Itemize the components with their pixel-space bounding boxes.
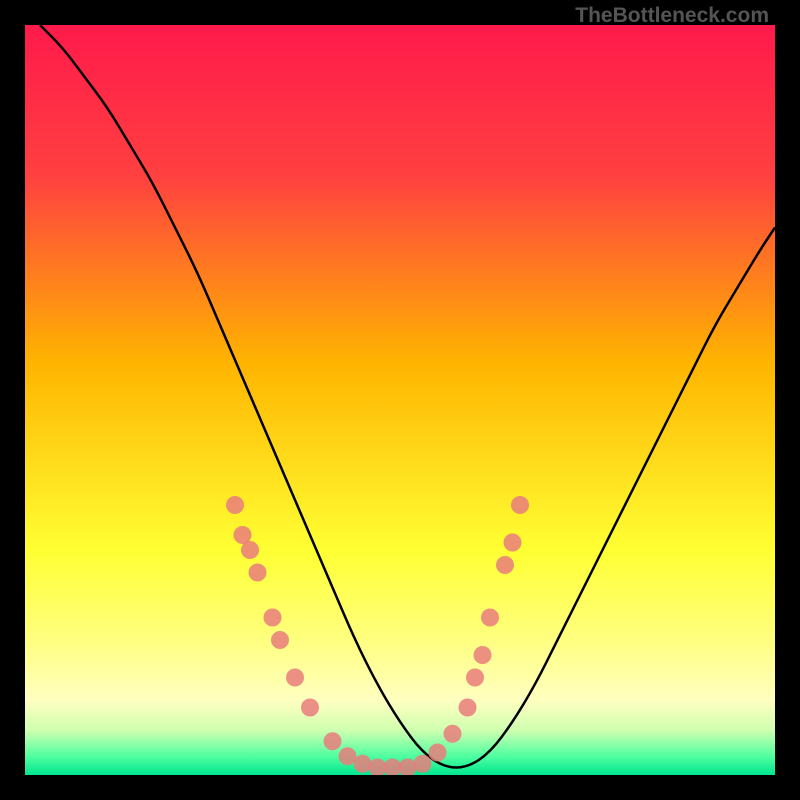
highlight-marker bbox=[286, 669, 304, 687]
highlight-marker bbox=[459, 699, 477, 717]
highlight-marker bbox=[444, 725, 462, 743]
highlight-marker bbox=[354, 755, 372, 773]
highlight-marker bbox=[226, 496, 244, 514]
highlight-markers bbox=[226, 496, 529, 775]
highlight-marker bbox=[301, 699, 319, 717]
highlight-marker bbox=[271, 631, 289, 649]
highlight-marker bbox=[474, 646, 492, 664]
highlight-marker bbox=[481, 609, 499, 627]
highlight-marker bbox=[241, 541, 259, 559]
chart-frame bbox=[25, 25, 775, 775]
bottleneck-curve bbox=[40, 25, 775, 768]
chart-curve-layer bbox=[25, 25, 775, 775]
highlight-marker bbox=[249, 564, 267, 582]
highlight-marker bbox=[429, 744, 447, 762]
highlight-marker bbox=[466, 669, 484, 687]
highlight-marker bbox=[324, 732, 342, 750]
attribution-watermark: TheBottleneck.com bbox=[575, 4, 769, 28]
highlight-marker bbox=[504, 534, 522, 552]
highlight-marker bbox=[511, 496, 529, 514]
highlight-marker bbox=[496, 556, 514, 574]
highlight-marker bbox=[399, 759, 417, 776]
highlight-marker bbox=[264, 609, 282, 627]
highlight-marker bbox=[414, 755, 432, 773]
